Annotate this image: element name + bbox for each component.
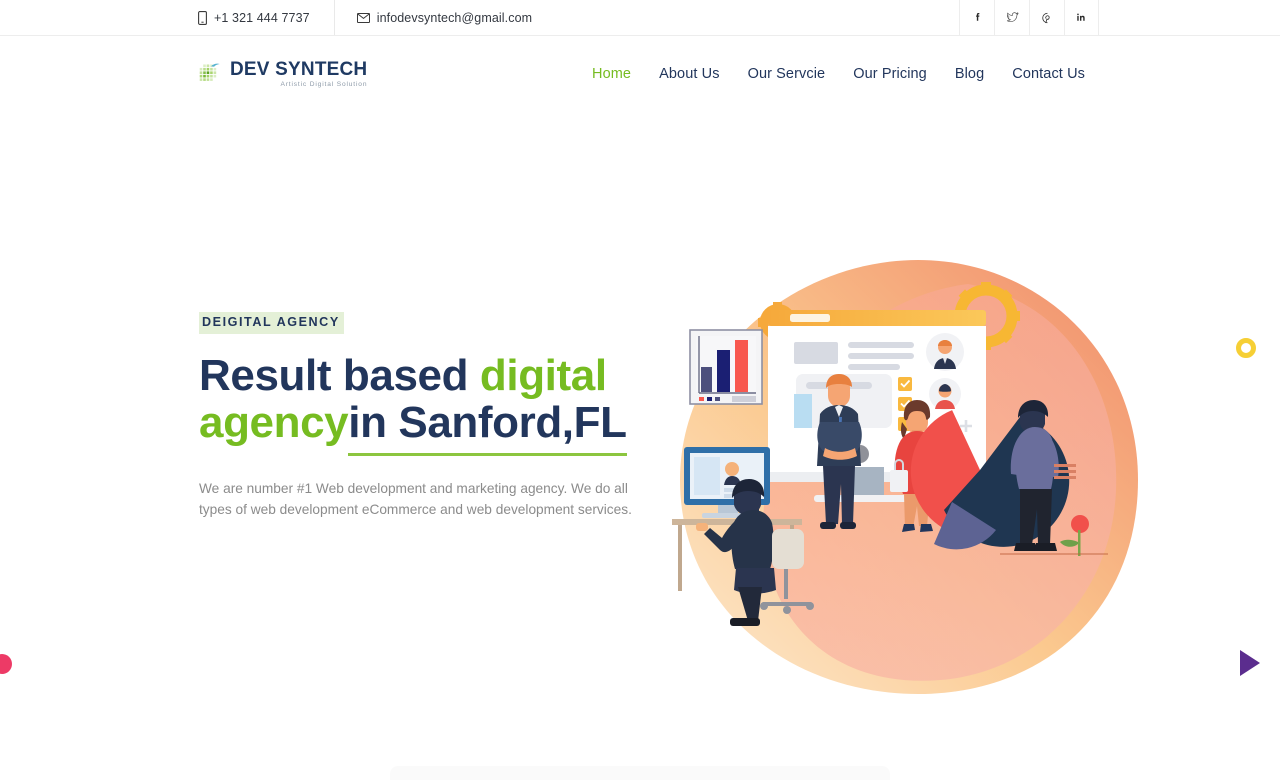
hero-section: DEIGITAL AGENCY Result based digital age… [0,112,1280,780]
pinterest-icon [1041,11,1054,25]
nav-item-home[interactable]: Home [592,66,631,82]
facebook-icon [971,11,984,24]
main-navigation: Home About Us Our Servcie Our Pricing Bl… [592,66,1085,82]
linkedin-icon [1075,11,1088,24]
nav-item-our-pricing[interactable]: Our Pricing [853,66,927,82]
phone-number: +1 321 444 7737 [214,10,310,25]
site-header: DEV SYNTECH Artistic Digital Solution Ho… [0,36,1280,112]
hero-copy: DEIGITAL AGENCY Result based digital age… [199,312,669,520]
slider-next-arrow-icon[interactable] [1240,650,1260,676]
topbar-contact-group: +1 321 444 7737 infodevsyntech@gmail.com [198,0,556,35]
hero-illustration [668,242,1168,712]
hero-heading-part4: in Sanford,FL [348,398,627,456]
logo-mark-icon [198,61,224,87]
top-contact-bar: +1 321 444 7737 infodevsyntech@gmail.com [0,0,1280,36]
social-link-facebook[interactable] [959,0,994,35]
social-link-twitter[interactable] [994,0,1029,35]
mobile-phone-icon [198,10,207,25]
social-link-pinterest[interactable] [1029,0,1064,35]
bar-chart-poster [689,329,763,405]
nav-item-contact-us[interactable]: Contact Us [1012,66,1085,82]
nav-item-about-us[interactable]: About Us [659,66,719,82]
social-links [959,0,1280,35]
twitter-icon [1005,11,1020,24]
logo-link[interactable]: DEV SYNTECH Artistic Digital Solution [198,60,367,89]
nav-item-blog[interactable]: Blog [955,66,984,82]
landing-page: +1 321 444 7737 infodevsyntech@gmail.com [0,0,1280,780]
hero-heading-part2: digital [479,350,607,400]
logo-title: DEV SYNTECH [230,58,368,80]
next-section-peek [390,766,890,780]
logo-tagline: Artistic Digital Solution [280,80,368,88]
hero-heading: Result based digital agency in Sanford,F… [199,350,669,456]
phone-contact[interactable]: +1 321 444 7737 [198,0,335,35]
email-address: infodevsyntech@gmail.com [376,10,533,25]
yellow-ring-decoration [1236,338,1256,358]
email-contact[interactable]: infodevsyntech@gmail.com [335,0,556,35]
hero-heading-part1: Result based [199,350,480,400]
hero-heading-part3: agency [199,398,349,448]
envelope-icon [356,12,370,23]
social-link-linkedin[interactable] [1064,0,1099,35]
hero-eyebrow: DEIGITAL AGENCY [199,312,344,334]
nav-item-our-service[interactable]: Our Servcie [748,66,826,82]
hero-paragraph: We are number #1 Web development and mar… [199,480,632,517]
